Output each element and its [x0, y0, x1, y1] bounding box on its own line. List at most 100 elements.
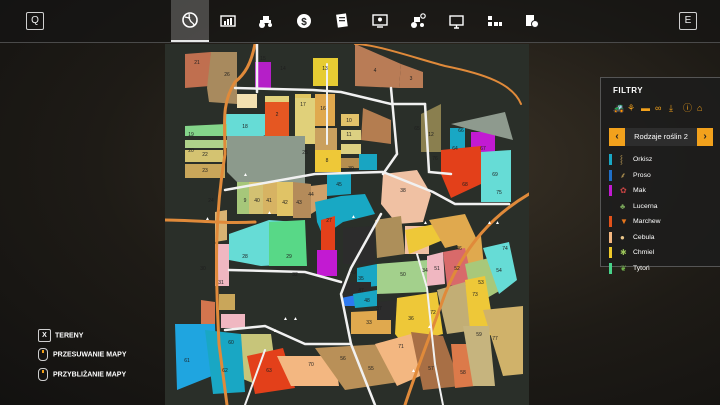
svg-text:▲: ▲ — [243, 172, 248, 178]
top-menu-bar: Q $ E — [0, 0, 720, 43]
field-number: 13 — [322, 66, 328, 72]
legend-color-swatch — [609, 247, 612, 258]
hint-label: PRZYBLIŻANIE MAPY — [53, 371, 127, 379]
field-number: 46 — [456, 246, 462, 252]
legend-item[interactable]: ⸙ Proso — [609, 168, 713, 184]
hops-icon: ✱ — [620, 248, 627, 257]
field-number: 26 — [224, 72, 230, 78]
seed-filter-icon[interactable]: ⚘ — [627, 104, 638, 113]
tab-map[interactable] — [171, 0, 209, 42]
selector-prev-button[interactable]: ‹ — [609, 128, 625, 146]
legend-label: Lucerna — [633, 202, 658, 210]
prev-page-key[interactable]: Q — [26, 12, 44, 30]
field-number: 51 — [434, 266, 440, 272]
legend-color-swatch — [609, 231, 612, 243]
legend-color-swatch — [609, 216, 612, 227]
svg-text:▲: ▲ — [267, 210, 272, 216]
legend-label: Marchew — [633, 218, 661, 225]
filters-panel: FILTRY 🚜 ⚘ ▬ ∞ ⤓ ⓘ ⌂ ‹ Rodzaje roślin 2 … — [600, 77, 720, 274]
field-number: 32 — [292, 272, 298, 278]
tab-production[interactable] — [475, 0, 513, 42]
field-number: 2 — [276, 112, 279, 118]
field-number: 74 — [502, 246, 508, 252]
link-filter-icon[interactable]: ∞ — [655, 104, 666, 113]
field-number: 27 — [326, 218, 332, 224]
hint-zoom-map: PRZYBLIŻANIE MAPY — [38, 368, 126, 382]
field-number: 58 — [460, 370, 466, 376]
field-number: 17 — [300, 102, 306, 108]
legend-item[interactable]: ♣ Lucerna — [609, 199, 713, 215]
legend-color-swatch — [609, 200, 612, 212]
field-number: 11 — [346, 132, 351, 138]
field-number: 40 — [254, 198, 260, 204]
legend-item[interactable]: ▼ Marchew — [609, 214, 713, 230]
field-number: 57 — [428, 366, 434, 372]
next-page-key[interactable]: E — [679, 12, 697, 30]
field-number: 65 — [414, 126, 420, 132]
hint-label: TERENY — [55, 332, 84, 340]
tab-help[interactable] — [361, 0, 399, 42]
farmhouse-filter-icon[interactable]: ⌂ — [697, 104, 708, 113]
field-number: 28 — [242, 254, 248, 260]
selector-next-button[interactable]: › — [697, 128, 713, 146]
svg-text:▲: ▲ — [205, 216, 210, 222]
tab-contracts[interactable] — [323, 0, 361, 42]
tab-loans[interactable] — [513, 0, 551, 42]
legend-label: Mak — [633, 187, 646, 194]
field-number: 21 — [194, 60, 200, 66]
legend-label: Orkisz — [633, 156, 653, 163]
legend-label: Chmiel — [633, 249, 655, 256]
field-number: 55 — [368, 366, 374, 372]
map-canvas[interactable]: ▲▲▲ ▲ ▲▲ ▲ ▲▲ ▲▲▲ 21261514 13 4321817161011 1… — [165, 44, 529, 405]
field-number: 64 — [452, 146, 458, 152]
field-number: 73 — [472, 292, 478, 298]
warning-filter-icon[interactable]: ⓘ — [683, 104, 694, 113]
production-icon — [488, 16, 502, 26]
download-filter-icon[interactable]: ⤓ — [669, 104, 680, 113]
field-number: 42 — [282, 200, 288, 206]
field-number: 56 — [340, 356, 346, 362]
field-number: 19 — [188, 132, 194, 138]
legend-item[interactable]: ❦ Tytoń — [609, 261, 713, 277]
field-number: 16 — [320, 106, 326, 112]
field-number: 37 — [376, 306, 382, 312]
filter-icon-bar: 🚜 ⚘ ▬ ∞ ⤓ ⓘ ⌂ — [613, 104, 708, 113]
presentation-icon — [372, 14, 388, 28]
field-number: 71 — [398, 344, 404, 350]
svg-text:▲: ▲ — [293, 316, 298, 322]
tab-prices[interactable] — [437, 0, 475, 42]
legend-item[interactable]: ⸾ Orkisz — [609, 152, 713, 168]
field-number: 25 — [302, 150, 308, 156]
hint-terrain[interactable]: X TERENY — [38, 329, 83, 343]
svg-text:▲: ▲ — [273, 328, 278, 334]
tractor-filter-icon[interactable]: 🚜 — [613, 104, 624, 113]
legend-color-swatch — [609, 185, 612, 196]
chart-icon — [220, 15, 236, 27]
field-number: 41 — [266, 198, 272, 204]
tab-finances[interactable]: $ — [285, 0, 323, 42]
svg-text:▲: ▲ — [411, 368, 416, 374]
field-number: 77 — [492, 336, 498, 342]
field-number: 76 — [432, 156, 438, 162]
field-number: 61 — [184, 358, 190, 364]
svg-text:$: $ — [301, 17, 307, 28]
field-number: 10 — [346, 118, 352, 124]
legend-label: Cebula — [633, 233, 655, 241]
tractor-settings-icon — [411, 13, 426, 28]
millet-icon: ⸙ — [620, 170, 626, 180]
legend-color-swatch — [609, 169, 612, 181]
trailer-filter-icon[interactable]: ▬ — [641, 104, 652, 113]
ingame-map[interactable]: ▲ ▲ ▲ ▲ ▲ ▲ ▲ ▲ ▲ ▲ ▲ ▲ 21 26 15 14 13 4 3 2 18 17 16 10 11 1… — [165, 44, 529, 405]
wheat-icon: ⸾ — [620, 155, 623, 164]
tab-vehicles[interactable] — [247, 0, 285, 42]
legend-item[interactable]: ✱ Chmiel — [609, 245, 713, 261]
tab-statistics[interactable] — [209, 0, 247, 42]
legend-item[interactable]: ● Cebula — [609, 230, 713, 246]
field-number: 60 — [228, 340, 234, 346]
field-number: 50 — [400, 272, 406, 278]
field-number: 22 — [202, 152, 208, 158]
legend-item[interactable]: ✿ Mak — [609, 183, 713, 199]
finance-icon — [526, 15, 539, 28]
field-number: 20 — [188, 148, 194, 154]
tab-garage[interactable] — [399, 0, 437, 42]
